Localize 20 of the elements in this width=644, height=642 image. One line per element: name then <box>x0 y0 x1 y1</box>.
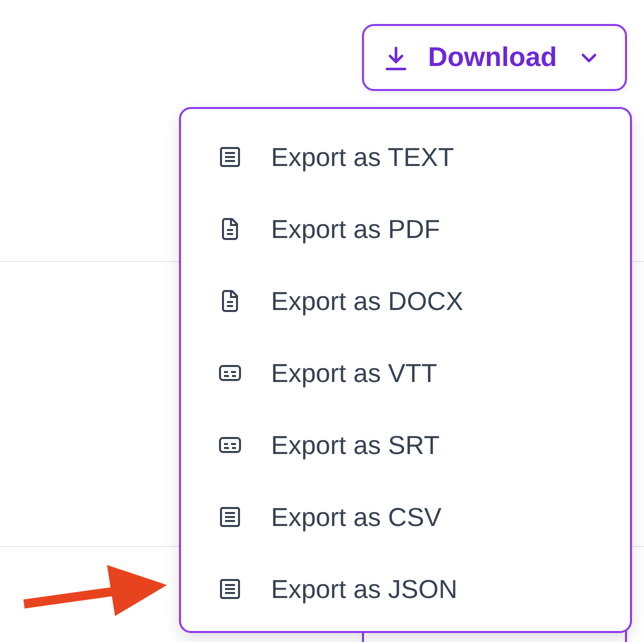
menu-item-label: Export as JSON <box>271 574 458 604</box>
download-button[interactable]: Download <box>362 24 627 91</box>
menu-item[interactable]: Export as DOCX <box>181 265 630 337</box>
menu-item[interactable]: Export as SRT <box>181 409 630 481</box>
menu-item-label: Export as CSV <box>271 502 442 532</box>
menu-item[interactable]: Export as TEXT <box>181 121 630 193</box>
menu-item-label: Export as PDF <box>271 214 440 244</box>
download-icon <box>384 44 408 70</box>
menu-item[interactable]: Export as VTT <box>181 337 630 409</box>
menu-item[interactable]: Export as CSV <box>181 481 630 553</box>
text-lines-icon <box>218 505 242 529</box>
text-lines-icon <box>218 145 242 169</box>
menu-item[interactable]: Export as JSON <box>181 553 630 625</box>
chevron-down-icon <box>581 52 597 62</box>
menu-item-label: Export as DOCX <box>271 286 464 316</box>
text-lines-icon <box>218 577 242 601</box>
menu-item-label: Export as TEXT <box>271 142 454 172</box>
menu-item[interactable]: Export as PDF <box>181 193 630 265</box>
menu-item-label: Export as SRT <box>271 430 440 460</box>
menu-item-label: Export as VTT <box>271 358 438 388</box>
